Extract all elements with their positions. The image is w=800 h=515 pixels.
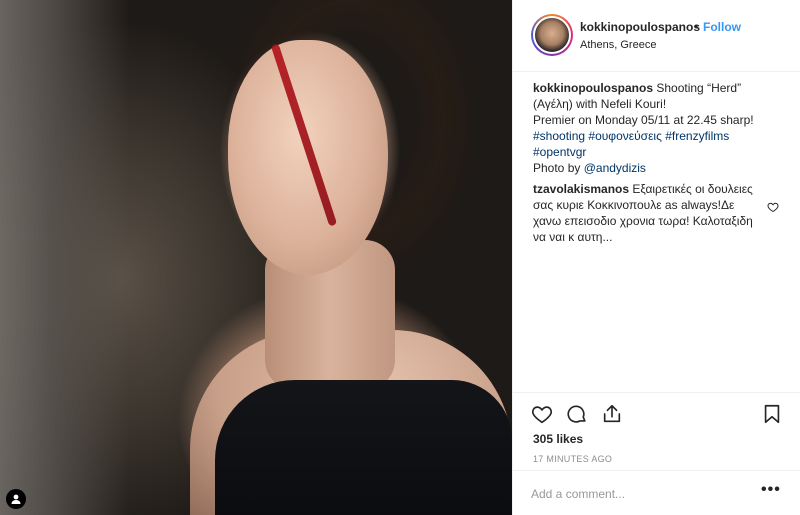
post-sidebar: kokkinopoulospanos • Follow Athens, Gree… xyxy=(512,0,800,515)
follow-button[interactable]: Follow xyxy=(703,20,741,34)
likes-count[interactable]: 305 likes xyxy=(533,432,583,446)
post-header: kokkinopoulospanos • Follow Athens, Gree… xyxy=(513,0,800,72)
post-photo[interactable] xyxy=(0,0,512,515)
post-location[interactable]: Athens, Greece xyxy=(580,39,656,51)
heart-icon[interactable] xyxy=(531,403,553,425)
share-icon[interactable] xyxy=(601,403,623,425)
action-bar xyxy=(513,392,800,432)
post-username[interactable]: kokkinopoulospanos xyxy=(580,20,700,34)
comment-icon[interactable] xyxy=(566,403,588,425)
post-timestamp[interactable]: 17 MINUTES AGO xyxy=(533,454,612,464)
comment-item: tzavolakismanos Εξαιρετικές οι δουλειες … xyxy=(533,181,755,245)
avatar[interactable] xyxy=(531,14,573,56)
comment-username[interactable]: tzavolakismanos xyxy=(533,182,629,196)
comment-like-icon[interactable] xyxy=(767,201,779,213)
bookmark-icon[interactable] xyxy=(761,403,783,425)
more-options-button[interactable]: ••• xyxy=(761,482,781,498)
photo-by-mention[interactable]: @andydizis xyxy=(584,161,646,175)
caption: kokkinopoulospanos Shooting “Herd” (Αγέλ… xyxy=(533,80,783,176)
hashtag-oufoneuseis[interactable]: #ουφονεύσεις xyxy=(588,129,661,143)
lace-top xyxy=(215,380,512,515)
add-comment-input[interactable] xyxy=(531,485,751,503)
hashtag-opentvgr[interactable]: #opentvgr xyxy=(533,145,586,159)
tree-trunk xyxy=(0,0,130,515)
add-comment-bar: ••• xyxy=(513,470,800,515)
hashtag-frenzyfilms[interactable]: #frenzyfilms xyxy=(665,129,729,143)
photo-by-label: Photo by xyxy=(533,161,581,175)
caption-username[interactable]: kokkinopoulospanos xyxy=(533,81,653,95)
caption-text-2: Premier on Monday 05/11 at 22.45 sharp! xyxy=(533,113,754,127)
user-tag-icon[interactable] xyxy=(6,489,26,509)
separator-dot: • xyxy=(694,20,699,34)
hashtag-shooting[interactable]: #shooting xyxy=(533,129,585,143)
